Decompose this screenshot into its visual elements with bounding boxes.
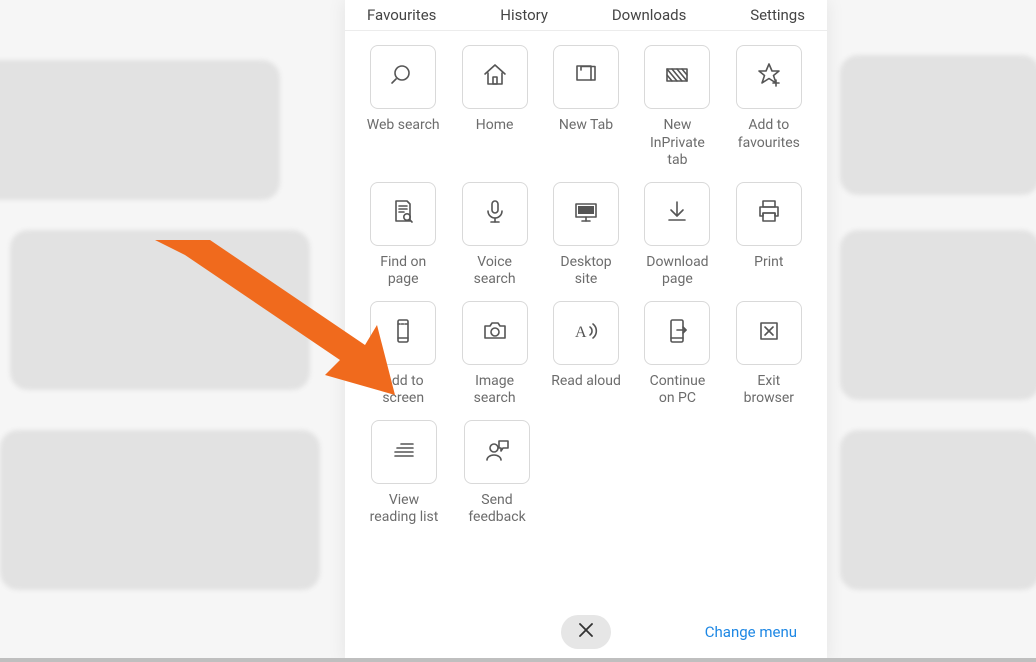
tile-exit-browser[interactable]: Exit browser <box>725 301 813 408</box>
tile-read-aloud[interactable]: A Read aloud <box>542 301 630 408</box>
tile-web-search[interactable]: Web search <box>359 45 447 170</box>
bottom-border <box>0 658 1036 662</box>
continue-pc-icon <box>662 316 692 350</box>
menu-panel: Favourites History Downloads Settings We… <box>345 0 827 662</box>
tile-label: Read aloud <box>551 373 621 393</box>
tile-label: Find on page <box>380 254 426 289</box>
tile-label: Desktop site <box>560 254 611 289</box>
feedback-icon <box>482 435 512 469</box>
menu-row-3: Add to screen Image search A Read aloud … <box>359 301 813 408</box>
find-icon <box>388 197 418 231</box>
menu-grid: Web search Home New Tab New InPrivate ta… <box>345 39 827 527</box>
download-icon <box>662 197 692 231</box>
close-button[interactable] <box>561 615 611 649</box>
tile-voice-search[interactable]: Voice search <box>450 182 538 289</box>
tab-downloads[interactable]: Downloads <box>612 6 687 24</box>
tile-home[interactable]: Home <box>450 45 538 170</box>
svg-text:A: A <box>575 324 587 341</box>
tile-view-reading-list[interactable]: View reading list <box>359 420 449 527</box>
tile-send-feedback[interactable]: Send feedback <box>452 420 542 527</box>
tile-new-inprivate[interactable]: New InPrivate tab <box>633 45 721 170</box>
tile-image-search[interactable]: Image search <box>450 301 538 408</box>
tab-history[interactable]: History <box>500 6 548 24</box>
tile-label: Send feedback <box>468 492 525 527</box>
desktop-icon <box>571 197 601 231</box>
reading-list-icon <box>389 435 419 469</box>
close-icon <box>578 622 594 642</box>
tile-download-page[interactable]: Download page <box>633 182 721 289</box>
menu-tabs: Favourites History Downloads Settings <box>345 0 827 31</box>
star-plus-icon <box>754 60 784 94</box>
home-icon <box>480 60 510 94</box>
tile-label: Voice search <box>474 254 516 289</box>
menu-row-2: Find on page Voice search Desktop site D… <box>359 182 813 289</box>
tile-new-tab[interactable]: New Tab <box>542 45 630 170</box>
tile-continue-pc[interactable]: Continue on PC <box>633 301 721 408</box>
camera-icon <box>480 316 510 350</box>
mic-icon <box>480 197 510 231</box>
tile-add-favourites[interactable]: Add to favourites <box>725 45 813 170</box>
tile-label: New InPrivate tab <box>650 117 705 170</box>
print-icon <box>754 197 784 231</box>
tab-favourites[interactable]: Favourites <box>367 6 436 24</box>
read-aloud-icon: A <box>571 316 601 350</box>
tab-settings[interactable]: Settings <box>750 6 805 24</box>
tile-print[interactable]: Print <box>725 182 813 289</box>
change-menu-link[interactable]: Change menu <box>705 623 797 641</box>
menu-footer: Change menu <box>345 610 827 654</box>
phone-icon <box>388 316 418 350</box>
tile-label: Add to favourites <box>738 117 800 152</box>
menu-row-1: Web search Home New Tab New InPrivate ta… <box>359 45 813 170</box>
tile-find-on-page[interactable]: Find on page <box>359 182 447 289</box>
tile-label: Image search <box>474 373 516 408</box>
tile-label: Home <box>476 117 514 137</box>
menu-row-4: View reading list Send feedback <box>359 420 813 527</box>
tile-label: Print <box>754 254 783 274</box>
tile-label: Download page <box>646 254 708 289</box>
tile-label: Continue on PC <box>650 373 706 408</box>
inprivate-icon <box>662 60 692 94</box>
exit-icon <box>754 316 784 350</box>
search-icon <box>388 60 418 94</box>
new-tab-icon <box>571 60 601 94</box>
tile-add-to-screen[interactable]: Add to screen <box>359 301 447 408</box>
tile-desktop-site[interactable]: Desktop site <box>542 182 630 289</box>
tile-label: Exit browser <box>744 373 794 408</box>
tile-label: View reading list <box>370 492 439 527</box>
tile-label: New Tab <box>559 117 613 137</box>
tile-label: Web search <box>367 117 440 137</box>
tile-label: Add to screen <box>382 373 424 408</box>
